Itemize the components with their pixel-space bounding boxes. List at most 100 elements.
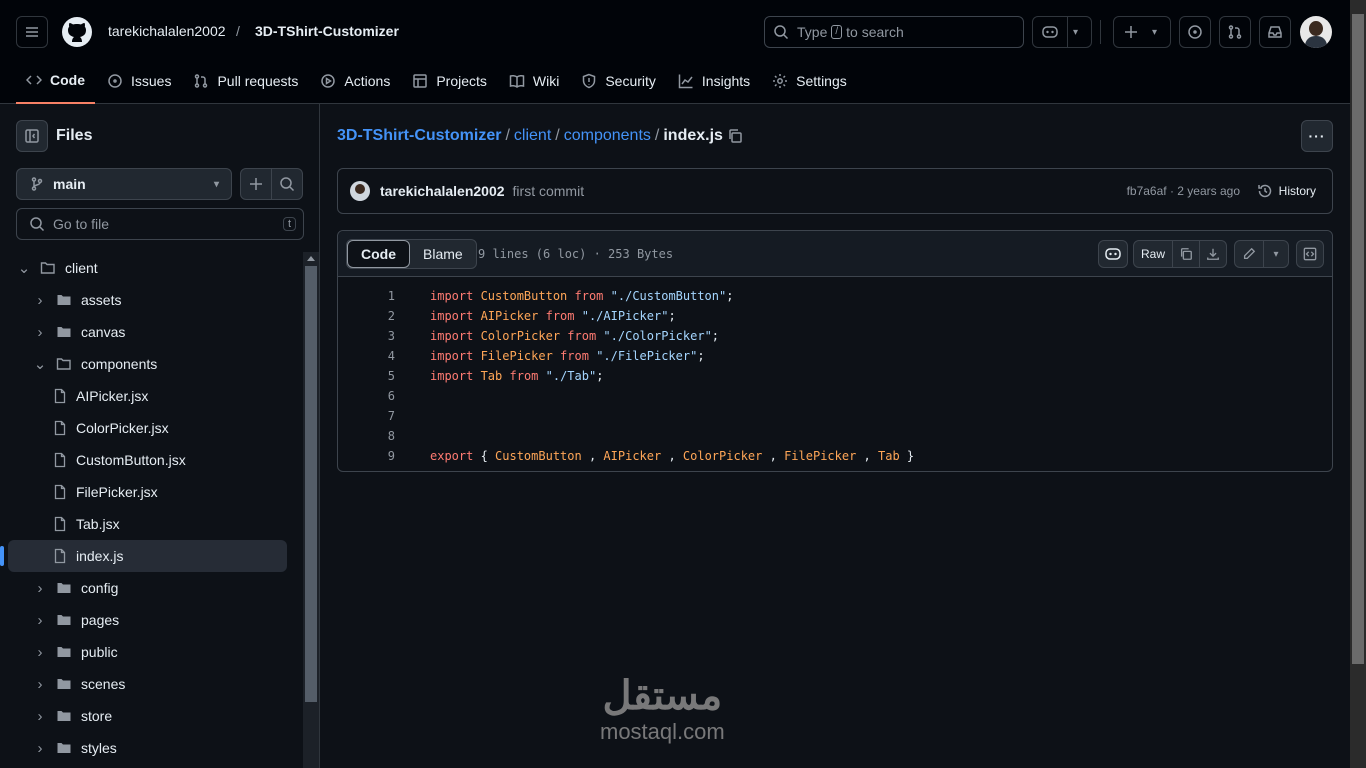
tree-folder[interactable]: › styles (8, 732, 304, 764)
tab-projects[interactable]: Projects (402, 64, 497, 98)
tab-issues[interactable]: Issues (97, 64, 181, 98)
code-token: import (430, 309, 481, 323)
scrollbar-thumb[interactable] (305, 266, 317, 702)
breadcrumb-client-link[interactable]: client (514, 127, 551, 144)
file-viewer: Code Blame 9 lines (6 loc) · 253 Bytes R… (337, 230, 1333, 472)
tree-folder[interactable]: › config (8, 572, 304, 604)
tab-pull-requests[interactable]: Pull requests (183, 64, 308, 98)
tree-file[interactable]: AIPicker.jsx (8, 380, 304, 412)
tree-folder[interactable]: › store (8, 700, 304, 732)
create-new-button[interactable]: ▾ (1113, 16, 1171, 48)
line-number[interactable]: 8 (338, 429, 395, 443)
tree-file[interactable]: Tab.jsx (8, 508, 304, 540)
branch-selector[interactable]: main ▾ (16, 168, 232, 200)
line-number[interactable]: 6 (338, 389, 395, 403)
tab-wiki[interactable]: Wiki (499, 64, 569, 98)
tree-folder[interactable]: › scenes (8, 668, 304, 700)
mostaql-watermark: مستقل mostaql.com (600, 672, 725, 744)
github-logo-icon[interactable] (61, 16, 93, 48)
history-button[interactable]: History (1257, 183, 1316, 199)
blame-view-button[interactable]: Blame (410, 240, 476, 268)
collapse-sidebar-button[interactable] (16, 120, 48, 152)
repo-name-link[interactable]: 3D-TShirt-Customizer (255, 23, 399, 39)
commit-hash-time[interactable]: fb7a6af · 2 years ago (1127, 184, 1240, 198)
line-code: import AIPicker from "./AIPicker"; (430, 309, 676, 323)
code-token: import (430, 369, 481, 383)
line-number[interactable]: 2 (338, 309, 395, 323)
tree-file[interactable]: FilePicker.jsx (8, 476, 304, 508)
tree-item-label: pages (81, 612, 120, 628)
tree-folder[interactable]: › assets (8, 284, 304, 316)
tab-settings[interactable]: Settings (762, 64, 857, 98)
commit-author-avatar[interactable] (350, 181, 370, 201)
shortcut-key: t (282, 217, 296, 231)
code-view-button[interactable]: Code (347, 240, 410, 268)
chevron-right-icon[interactable]: › (32, 292, 48, 309)
tab-label: Issues (131, 73, 172, 89)
chevron-right-icon[interactable]: › (32, 324, 48, 341)
tree-file[interactable]: ColorPicker.jsx (8, 412, 304, 444)
add-file-button[interactable] (240, 168, 272, 200)
issues-button[interactable] (1179, 16, 1211, 48)
copy-path-icon[interactable] (727, 128, 743, 144)
tree-folder[interactable]: › public (8, 636, 304, 668)
page-scrollbar[interactable] (1350, 0, 1366, 768)
code-line: 1 import CustomButton from "./CustomButto… (338, 286, 1332, 306)
commit-author[interactable]: tarekichalalen2002 (380, 183, 505, 199)
divider (1100, 20, 1101, 44)
line-number[interactable]: 1 (338, 289, 395, 303)
commit-message[interactable]: first commit (513, 183, 585, 199)
code-token: AIPicker (603, 449, 662, 463)
go-to-file-input[interactable]: Go to file t (16, 208, 304, 240)
copilot-button[interactable]: ▾ (1032, 16, 1092, 48)
chevron-right-icon[interactable]: › (32, 740, 48, 757)
tree-file[interactable]: CustomButton.jsx (8, 444, 304, 476)
edit-button[interactable] (1234, 240, 1264, 268)
raw-button[interactable]: Raw (1133, 240, 1173, 268)
chevron-right-icon[interactable]: › (32, 676, 48, 693)
repo-tabs: Code Issues Pull requests Actions Projec… (16, 64, 859, 104)
line-number[interactable]: 9 (338, 449, 395, 463)
search-input[interactable]: Type / to search (764, 16, 1024, 48)
pull-requests-button[interactable] (1219, 16, 1251, 48)
tree-folder[interactable]: › pages (8, 604, 304, 636)
repo-owner-link[interactable]: tarekichalalen2002 (108, 23, 226, 39)
chevron-right-icon[interactable]: › (32, 580, 48, 597)
tab-insights[interactable]: Insights (668, 64, 760, 98)
line-number[interactable]: 7 (338, 409, 395, 423)
chevron-right-icon[interactable]: › (32, 708, 48, 725)
tree-folder[interactable]: ⌄ client (8, 252, 304, 284)
user-avatar[interactable] (1300, 16, 1332, 48)
menu-button[interactable] (16, 16, 48, 48)
download-button[interactable] (1199, 240, 1227, 268)
tab-security[interactable]: Security (571, 64, 666, 98)
copilot-chat-button[interactable] (1098, 240, 1128, 268)
tree-file[interactable]: index.js (0, 540, 287, 572)
search-files-button[interactable] (271, 168, 303, 200)
symbols-panel-button[interactable] (1296, 240, 1324, 268)
tab-code[interactable]: Code (16, 64, 95, 104)
chevron-right-icon[interactable]: › (32, 612, 48, 629)
sidebar-scrollbar[interactable] (303, 252, 319, 768)
more-options-button[interactable]: ··· (1301, 120, 1333, 152)
inbox-button[interactable] (1259, 16, 1291, 48)
tab-actions[interactable]: Actions (310, 64, 400, 98)
page-scrollbar-thumb[interactable] (1352, 14, 1364, 664)
chevron-down-icon[interactable]: ⌄ (16, 259, 32, 277)
edit-dropdown-button[interactable]: ▾ (1263, 240, 1289, 268)
tree-item-label: CustomButton.jsx (76, 452, 186, 468)
line-number[interactable]: 3 (338, 329, 395, 343)
line-number[interactable]: 4 (338, 349, 395, 363)
plus-icon (1125, 26, 1137, 38)
tab-label: Pull requests (217, 73, 299, 89)
copy-raw-button[interactable] (1172, 240, 1200, 268)
tree-folder[interactable]: › canvas (8, 316, 304, 348)
chevron-right-icon[interactable]: › (32, 644, 48, 661)
watermark-latin: mostaql.com (600, 719, 725, 744)
tree-folder[interactable]: ⌄ components (8, 348, 304, 380)
chevron-down-icon[interactable]: ⌄ (32, 355, 48, 373)
code-token: ; (668, 309, 676, 323)
line-number[interactable]: 5 (338, 369, 395, 383)
breadcrumb-repo-link[interactable]: 3D-TShirt-Customizer (337, 127, 501, 144)
breadcrumb-components-link[interactable]: components (564, 127, 651, 144)
